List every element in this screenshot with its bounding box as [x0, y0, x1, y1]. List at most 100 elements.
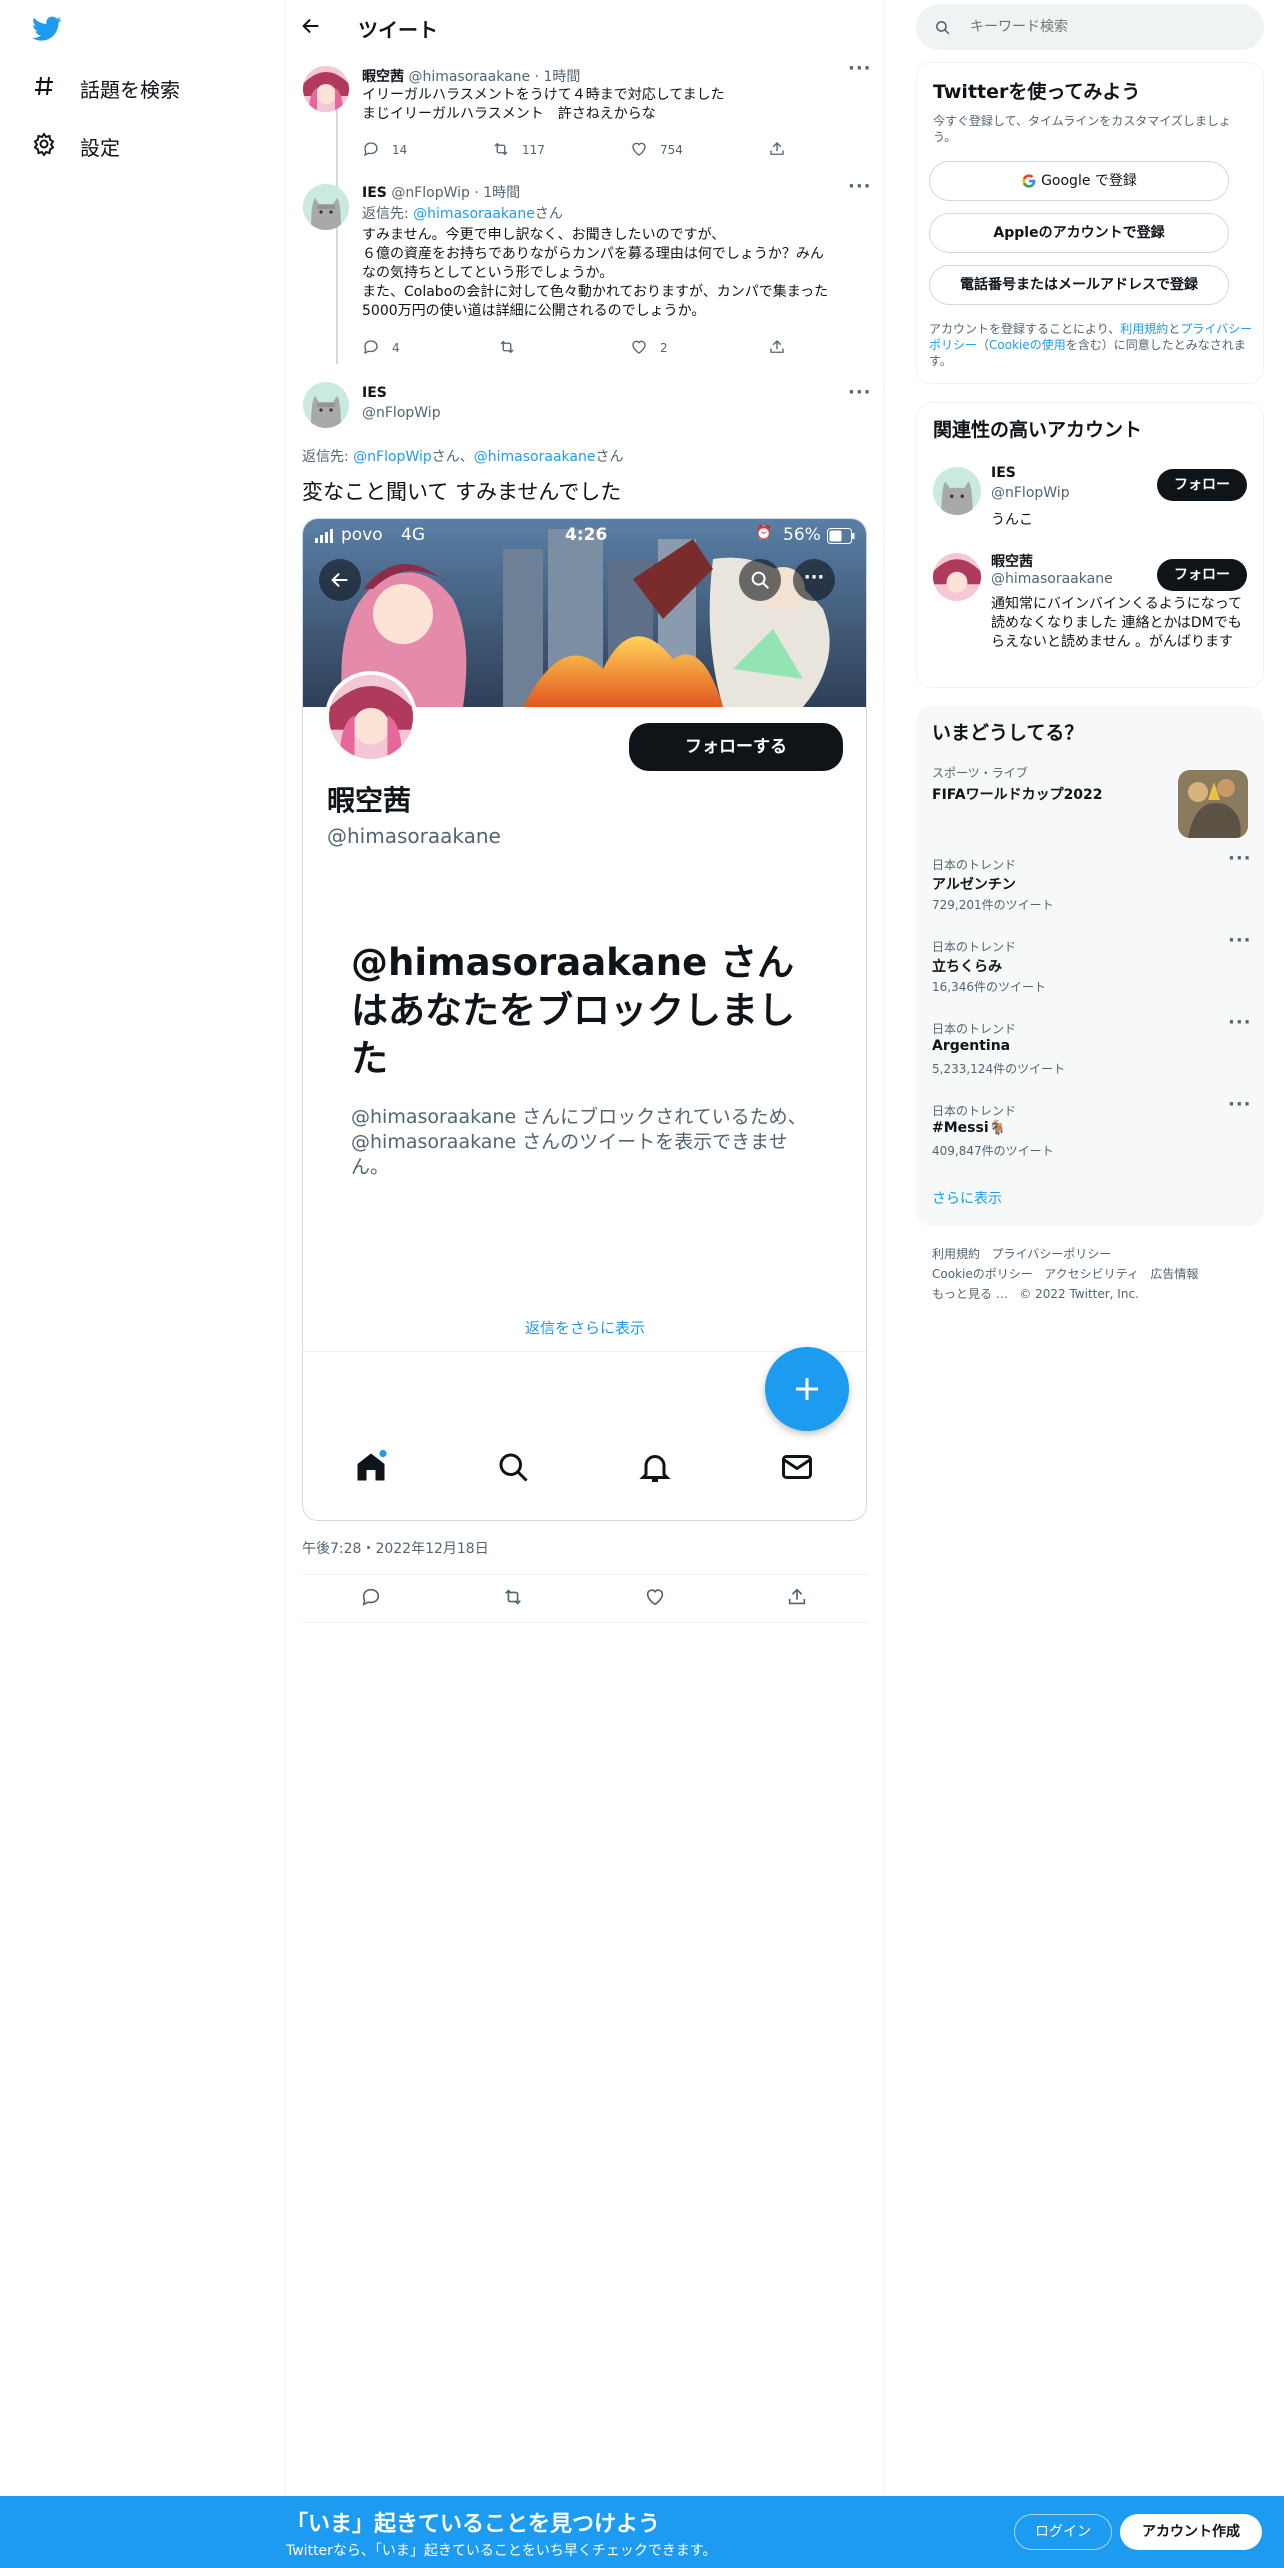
search-input[interactable]: [970, 16, 1240, 38]
avatar[interactable]: [303, 382, 349, 428]
trends-card: いまどうしてる？ スポーツ・ライブ FIFAワールドカップ2022 日本のトレン…: [916, 706, 1264, 1226]
mention-link[interactable]: @himasoraakane: [474, 449, 596, 465]
trend-name: 立ちくらみ: [932, 959, 1002, 975]
terms-link[interactable]: 利用規約: [1120, 322, 1168, 336]
retweet-icon[interactable]: [502, 1586, 524, 1608]
show-more-link[interactable]: さらに表示: [932, 1188, 1002, 1208]
reply-icon[interactable]: [360, 1586, 382, 1608]
phone-email-signup-button[interactable]: 電話番号またはメールアドレスで登録: [929, 265, 1229, 305]
footer-link[interactable]: Cookieのポリシー: [932, 1267, 1033, 1281]
more-icon[interactable]: ···: [1228, 930, 1252, 951]
apple-signup-button[interactable]: Appleのアカウントで登録: [929, 213, 1229, 253]
search-button[interactable]: [739, 559, 781, 601]
back-arrow-icon[interactable]: [300, 15, 322, 37]
more-icon[interactable]: ···: [848, 382, 872, 403]
tweet-actions: 4 2: [362, 338, 802, 358]
like-icon[interactable]: [630, 140, 648, 158]
follow-button[interactable]: フォロー: [1157, 559, 1247, 591]
handle: @nFlopWip: [991, 485, 1070, 501]
account-row[interactable]: 暇空茜 @himasoraakane 通知常にバインバインくるようになって読めな…: [917, 545, 1265, 675]
back-arrow-icon: [331, 572, 348, 588]
search-box[interactable]: [916, 4, 1264, 50]
more-icon[interactable]: ···: [848, 58, 872, 79]
trend-item[interactable]: 日本のトレンド 立ちくらみ 16,346件のツイート ···: [916, 930, 1264, 1002]
home-icon[interactable]: [353, 1449, 389, 1485]
show-more-replies-link[interactable]: 返信をさらに表示: [525, 1317, 645, 1338]
handle[interactable]: @nFlopWip: [362, 405, 441, 421]
footer-link[interactable]: もっと見る …: [932, 1287, 1008, 1301]
login-button[interactable]: ログイン: [1014, 2514, 1112, 2550]
cookie-link[interactable]: Cookieの使用: [989, 338, 1066, 352]
more-icon[interactable]: ···: [1228, 1094, 1252, 1115]
mail-icon[interactable]: [779, 1449, 815, 1485]
display-name[interactable]: 暇空茜: [362, 69, 404, 85]
account-row[interactable]: IES @nFlopWip うんこ フォロー: [917, 459, 1265, 531]
right-column-divider: [884, 0, 885, 2496]
tweet-timestamp[interactable]: 午後7:28・2022年12月18日: [302, 1538, 489, 1558]
trends-title: いまどうしてる？: [932, 722, 1084, 744]
trend-item[interactable]: 日本のトレンド #Messi🐐 409,847件のツイート ···: [916, 1094, 1264, 1166]
reply-count: 4: [392, 341, 400, 355]
trend-category: 日本のトレンド: [932, 940, 1017, 954]
avatar: [933, 467, 981, 515]
follow-button[interactable]: フォローする: [629, 723, 843, 771]
bell-icon[interactable]: [637, 1449, 673, 1485]
tweet-media-image[interactable]: povo 4G 4:26 ⏰ 56% ··· フォローする 暇空茜 @himas…: [302, 518, 867, 1521]
plus-icon: [796, 1378, 818, 1400]
divider: [302, 1622, 868, 1623]
footer-link[interactable]: 利用規約: [932, 1247, 980, 1261]
share-icon[interactable]: [786, 1586, 808, 1608]
mention-link[interactable]: @himasoraakane: [413, 206, 535, 222]
more-icon[interactable]: ···: [1228, 1012, 1252, 1033]
like-icon[interactable]: [644, 1586, 666, 1608]
follow-button[interactable]: フォロー: [1157, 469, 1247, 501]
hashtag-icon: [32, 74, 56, 98]
like-icon[interactable]: [630, 338, 648, 356]
copyright: © 2022 Twitter, Inc.: [1019, 1287, 1139, 1301]
handle[interactable]: @nFlopWip: [391, 185, 470, 201]
compose-fab[interactable]: [765, 1347, 849, 1431]
footer-link[interactable]: プライバシーポリシー: [991, 1247, 1111, 1261]
display-name[interactable]: IES: [362, 185, 387, 201]
share-icon[interactable]: [768, 140, 786, 158]
footer-link[interactable]: 広告情報: [1150, 1267, 1198, 1281]
tweet-time[interactable]: 1時間: [483, 185, 520, 201]
reply-icon[interactable]: [362, 140, 380, 158]
more-icon[interactable]: ···: [793, 559, 835, 601]
divider: [303, 1351, 866, 1352]
retweet-icon[interactable]: [498, 338, 516, 356]
trend-item[interactable]: 日本のトレンド Argentina 5,233,124件のツイート ···: [916, 1012, 1264, 1084]
search-icon: [936, 21, 950, 35]
footer-link[interactable]: アクセシビリティ: [1044, 1267, 1139, 1281]
trend-item[interactable]: 日本のトレンド アルゼンチン 729,201件のツイート ···: [916, 848, 1264, 920]
avatar: [933, 553, 981, 601]
retweet-icon[interactable]: [492, 140, 510, 158]
more-icon[interactable]: ···: [1228, 848, 1252, 869]
page-title: ツイート: [358, 18, 438, 42]
blocked-message: @himasoraakane さんにブロックされているため、@himasoraa…: [351, 1106, 807, 1178]
mention-link[interactable]: @nFlopWip: [353, 449, 432, 465]
share-icon[interactable]: [768, 338, 786, 356]
twitter-logo-icon[interactable]: [32, 16, 62, 42]
search-icon[interactable]: [495, 1449, 531, 1485]
create-account-button[interactable]: アカウント作成: [1120, 2514, 1262, 2550]
handle[interactable]: @himasoraakane: [408, 69, 530, 85]
trend-item[interactable]: スポーツ・ライブ FIFAワールドカップ2022: [916, 764, 1264, 838]
signup-subtitle: 今すぐ登録して、タイムラインをカスタマイズしましょう。: [933, 114, 1231, 144]
google-signup-button[interactable]: Google で登録: [929, 161, 1229, 201]
signup-title: Twitterを使ってみよう: [933, 81, 1141, 103]
avatar[interactable]: [303, 66, 349, 112]
back-button[interactable]: [319, 559, 361, 601]
signup-legal: アカウントを登録することにより、利用規約とプライバシーポリシー（Cookieの使…: [929, 322, 1253, 368]
trend-category: スポーツ・ライブ: [932, 766, 1028, 780]
avatar[interactable]: [303, 184, 349, 230]
tweet-time[interactable]: 1時間: [544, 69, 581, 85]
display-name: IES: [991, 465, 1016, 481]
trend-category: 日本のトレンド: [932, 1022, 1017, 1036]
display-name[interactable]: IES: [362, 385, 387, 401]
reply-icon[interactable]: [362, 338, 380, 356]
tweet-header: 暇空茜 @himasoraakane · 1時間: [362, 69, 581, 85]
profile-avatar[interactable]: [325, 671, 417, 763]
more-icon[interactable]: ···: [848, 176, 872, 197]
trend-count: 409,847件のツイート: [932, 1144, 1054, 1158]
